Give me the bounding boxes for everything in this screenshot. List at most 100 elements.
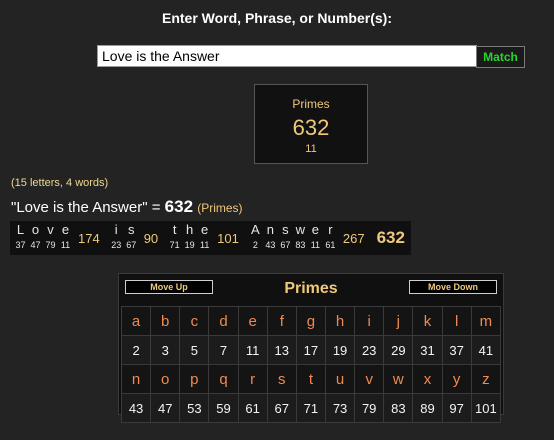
cipher-value-cell: 29	[383, 335, 414, 365]
move-up-button[interactable]: Move Up	[125, 280, 213, 294]
cipher-value-cell: 17	[295, 335, 326, 365]
equals-sign: =	[147, 199, 165, 216]
breakdown-word-sum: 101	[217, 230, 239, 246]
breakdown-letter-char: t	[172, 222, 177, 237]
phrase-cipher-tag: (Primes)	[197, 201, 243, 215]
phrase-input[interactable]	[97, 45, 477, 67]
breakdown-letter-value: 2	[252, 240, 258, 250]
cipher-value-cell: 41	[470, 335, 502, 365]
breakdown-letter: s 67	[278, 221, 293, 255]
cipher-value-cell: 19	[324, 335, 356, 365]
breakdown-letter-value: 11	[310, 240, 321, 250]
breakdown-letter: w 83	[293, 221, 308, 255]
cipher-value-cell: 47	[150, 393, 181, 423]
cipher-letter-row: abcdefghijklm	[120, 306, 502, 336]
cipher-value-cell: 7	[208, 335, 239, 365]
cipher-letter-cell: q	[208, 364, 239, 394]
cipher-letter-cell: m	[470, 306, 502, 336]
cipher-letter-cell: a	[120, 306, 152, 336]
breakdown-letter-char: n	[266, 222, 274, 237]
cipher-letter-cell: x	[412, 364, 443, 394]
cipher-value-cell: 37	[441, 335, 472, 365]
breakdown-letter: v 79	[43, 221, 58, 255]
cipher-value-cell: 53	[179, 393, 210, 423]
breakdown-word: L 37 o 47 v 79 e 11	[10, 221, 76, 255]
cipher-letter-cell: g	[295, 306, 326, 336]
result-match-count: 11	[305, 143, 317, 155]
cipher-letter-cell: f	[266, 306, 297, 336]
cipher-letter-cell: i	[354, 306, 385, 336]
cipher-value-cell: 43	[120, 393, 152, 423]
cipher-letter-cell: o	[150, 364, 181, 394]
breakdown-word: t 71 h 19 e 11	[164, 221, 215, 255]
cipher-value-cell: 23	[354, 335, 385, 365]
breakdown-word: A 2 n 43 s 67 w 83 e 11 r 61	[245, 221, 341, 255]
breakdown-letter-char: A	[251, 222, 260, 237]
cipher-table-panel: Primes Move Up Move Down abcdefghijklm23…	[118, 273, 504, 423]
breakdown-letter-value: 71	[169, 240, 180, 250]
breakdown-grand-total: 632	[376, 228, 405, 247]
cipher-letter-cell: h	[324, 306, 356, 336]
letter-breakdown: L 37 o 47 v 79 e 11 174 i 23 s 67 90 t 71 h 19 e 11 101 A 2 n 43…	[10, 221, 411, 255]
breakdown-letter-value: 11	[200, 240, 210, 250]
cipher-table: a b c d e f g h i j k l m 2 3 5 7 11 13 17 19 23 29 31 37 41 n o p q r…	[120, 306, 502, 423]
breakdown-letter: A2	[248, 221, 263, 255]
breakdown-letter-char: L	[16, 222, 25, 237]
cipher-letter-cell: c	[179, 306, 210, 336]
breakdown-letter-char: r	[328, 222, 333, 237]
breakdown-letter-char: e	[311, 222, 319, 237]
breakdown-letter-char: s	[282, 222, 289, 237]
cipher-letter-cell: k	[412, 306, 443, 336]
breakdown-letter-value: 19	[184, 240, 195, 250]
breakdown-letter: h 19	[182, 221, 197, 255]
cipher-letter-cell: n	[120, 364, 152, 394]
breakdown-letter-value: 83	[295, 240, 306, 250]
breakdown-letter-value: 67	[280, 240, 291, 250]
cipher-letter-cell: l	[441, 306, 472, 336]
cipher-letter-cell: y	[441, 364, 472, 394]
breakdown-letter-char: v	[47, 222, 54, 237]
breakdown-letter-char: e	[201, 222, 209, 237]
breakdown-letter-char: e	[61, 222, 70, 237]
cipher-letter-cell: u	[324, 364, 356, 394]
cipher-value-cell: 79	[354, 393, 385, 423]
phrase-text: "Love is the Answer"	[11, 199, 148, 216]
breakdown-letter-value: 11	[60, 240, 71, 250]
cipher-letter-cell: e	[237, 306, 268, 336]
cipher-value-cell: 59	[208, 393, 239, 423]
result-box: Primes 632 11	[254, 84, 368, 164]
cipher-letter-row: nopqrstuvwxyz	[120, 364, 502, 394]
breakdown-letter-value: 23	[111, 240, 122, 250]
cipher-letter-cell: v	[354, 364, 385, 394]
result-value: 632	[292, 115, 330, 140]
cipher-letter-cell: j	[383, 306, 414, 336]
breakdown-word-sum: 90	[143, 230, 159, 246]
breakdown-letter-value: 37	[15, 240, 26, 250]
breakdown-letter-char: o	[31, 222, 40, 237]
cipher-letter-cell: p	[179, 364, 210, 394]
cipher-letter-cell: r	[237, 364, 268, 394]
phrase-total: 632	[164, 197, 194, 216]
move-down-button[interactable]: Move Down	[409, 280, 497, 294]
cipher-letter-cell: z	[470, 364, 502, 394]
cipher-value-cell: 67	[266, 393, 297, 423]
cipher-value-cell: 31	[412, 335, 443, 365]
cipher-value-cell: 5	[179, 335, 210, 365]
phrase-summary: "Love is the Answer" = 632 (Primes)	[11, 197, 243, 217]
breakdown-letter: e 11	[308, 221, 323, 255]
cipher-value-cell: 2	[120, 335, 152, 365]
cipher-letter-cell: b	[150, 306, 181, 336]
breakdown-letter: t 71	[167, 221, 182, 255]
cipher-value-cell: 83	[383, 393, 414, 423]
breakdown-letter-value: 67	[126, 240, 137, 250]
cipher-value-row: 43 47 53 59 61 67 71 73 79 83 89 97 101	[120, 393, 502, 423]
breakdown-letter: o 47	[28, 221, 43, 255]
cipher-value-row: 2 3 5 7 11 13 17 19 23 29 31 37 41	[120, 335, 502, 365]
cipher-letter-cell: d	[208, 306, 239, 336]
cipher-value-cell: 61	[237, 393, 268, 423]
match-button[interactable]: Match	[476, 46, 525, 68]
breakdown-letter: e 11	[58, 221, 73, 255]
cipher-value-cell: 101	[470, 393, 502, 423]
breakdown-word: i 23 s 67	[106, 221, 142, 255]
breakdown-word-sum: 267	[342, 230, 365, 246]
